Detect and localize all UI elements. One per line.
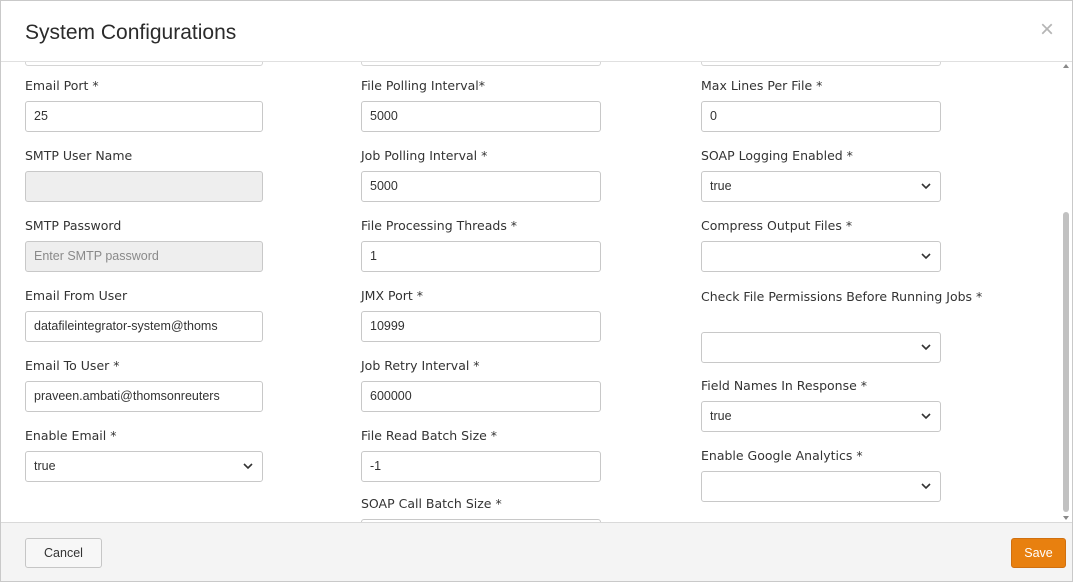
field-label: Email From User: [25, 288, 128, 303]
chevron-down-icon: [921, 413, 931, 420]
close-icon[interactable]: ×: [1036, 18, 1058, 42]
field-job-retry-interval: Job Retry Interval * 600000: [361, 358, 601, 412]
field-soap-call-batch-size: SOAP Call Batch Size *: [361, 496, 601, 522]
field-label: Email Port *: [25, 78, 99, 93]
chevron-down-icon: [921, 253, 931, 260]
job-retry-interval-input[interactable]: 600000: [361, 381, 601, 412]
field-file-read-batch-size: File Read Batch Size * -1: [361, 428, 601, 482]
modal-header: System Configurations ×: [1, 1, 1072, 62]
field-label: Check File Permissions Before Running Jo…: [701, 289, 983, 304]
select-value: true: [34, 459, 56, 473]
chevron-down-icon: [921, 344, 931, 351]
field-field-names-in-response: Field Names In Response * true: [701, 378, 941, 432]
scrollbar-thumb[interactable]: [1063, 212, 1069, 512]
scrolled-field-edge: [25, 62, 263, 66]
field-label: SMTP User Name: [25, 148, 133, 163]
field-enable-google-analytics: Enable Google Analytics *: [701, 448, 941, 502]
field-soap-logging-enabled: SOAP Logging Enabled * true: [701, 148, 941, 202]
field-label: Enable Email *: [25, 428, 117, 443]
compress-output-files-select[interactable]: [701, 241, 941, 272]
field-names-in-response-select[interactable]: true: [701, 401, 941, 432]
field-compress-output-files: Compress Output Files *: [701, 218, 941, 272]
field-file-polling-interval: File Polling Interval* 5000: [361, 78, 601, 132]
scrolled-field-edge: [361, 62, 601, 66]
field-label: File Processing Threads *: [361, 218, 518, 233]
email-port-input[interactable]: 25: [25, 101, 263, 132]
scroll-up-arrow-icon[interactable]: [1063, 64, 1069, 68]
field-label: Field Names In Response *: [701, 378, 868, 393]
modal-title: System Configurations: [25, 21, 237, 44]
modal-body: Email Port * 25 SMTP User Name SMTP Pass…: [1, 62, 1072, 522]
select-value: true: [710, 179, 732, 193]
field-email-from-user: Email From User datafileintegrator-syste…: [25, 288, 263, 342]
field-enable-email: Enable Email * true: [25, 428, 263, 482]
job-polling-interval-input[interactable]: 5000: [361, 171, 601, 202]
chevron-down-icon: [243, 463, 253, 470]
modal-scrollbar[interactable]: [1062, 62, 1070, 522]
enable-email-select[interactable]: true: [25, 451, 263, 482]
chevron-down-icon: [921, 483, 931, 490]
modal-footer: Cancel Save: [1, 522, 1072, 581]
field-label: Email To User *: [25, 358, 120, 373]
file-polling-interval-input[interactable]: 5000: [361, 101, 601, 132]
field-label: Job Retry Interval *: [361, 358, 480, 373]
max-lines-per-file-input[interactable]: 0: [701, 101, 941, 132]
field-label: Compress Output Files *: [701, 218, 853, 233]
email-from-user-input[interactable]: datafileintegrator-system@thoms: [25, 311, 263, 342]
select-value: true: [710, 409, 732, 423]
field-jmx-port: JMX Port * 10999: [361, 288, 601, 342]
soap-logging-enabled-select[interactable]: true: [701, 171, 941, 202]
check-file-permissions-select[interactable]: [701, 332, 941, 363]
scroll-down-arrow-icon[interactable]: [1063, 516, 1069, 520]
field-check-file-permissions: Check File Permissions Before Running Jo…: [701, 288, 982, 363]
field-file-processing-threads: File Processing Threads * 1: [361, 218, 601, 272]
field-label: SMTP Password: [25, 218, 122, 233]
field-label: Enable Google Analytics *: [701, 448, 863, 463]
save-button[interactable]: Save: [1011, 538, 1066, 568]
file-processing-threads-input[interactable]: 1: [361, 241, 601, 272]
field-max-lines-per-file: Max Lines Per File * 0: [701, 78, 941, 132]
field-smtp-user-name: SMTP User Name: [25, 148, 263, 202]
scrolled-field-edge: [701, 62, 941, 66]
field-job-polling-interval: Job Polling Interval * 5000: [361, 148, 601, 202]
email-to-user-input[interactable]: praveen.ambati@thomsonreuters: [25, 381, 263, 412]
smtp-password-placeholder: Enter SMTP password: [34, 249, 159, 263]
field-label: SOAP Logging Enabled *: [701, 148, 853, 163]
field-label: JMX Port *: [361, 288, 424, 303]
field-label: File Read Batch Size *: [361, 428, 498, 443]
field-label: Max Lines Per File *: [701, 78, 823, 93]
smtp-password-input[interactable]: Enter SMTP password: [25, 241, 263, 272]
cancel-button[interactable]: Cancel: [25, 538, 102, 568]
jmx-port-input[interactable]: 10999: [361, 311, 601, 342]
field-label: SOAP Call Batch Size *: [361, 496, 502, 511]
file-read-batch-size-input[interactable]: -1: [361, 451, 601, 482]
field-email-to-user: Email To User * praveen.ambati@thomsonre…: [25, 358, 263, 412]
field-email-port: Email Port * 25: [25, 78, 263, 132]
system-configurations-modal: System Configurations × Email Port * 25 …: [0, 0, 1073, 582]
chevron-down-icon: [921, 183, 931, 190]
field-label: File Polling Interval*: [361, 78, 485, 93]
field-label: Job Polling Interval *: [361, 148, 488, 163]
enable-google-analytics-select[interactable]: [701, 471, 941, 502]
smtp-user-name-input[interactable]: [25, 171, 263, 202]
field-smtp-password: SMTP Password Enter SMTP password: [25, 218, 263, 272]
